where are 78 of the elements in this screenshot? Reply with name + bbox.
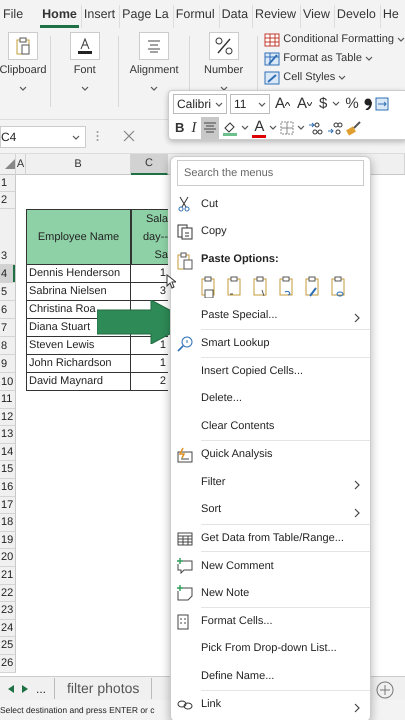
table-cell: 2 bbox=[131, 373, 168, 391]
menu-item[interactable]: Copy bbox=[171, 218, 370, 246]
styles-command-button[interactable]: Format as Table bbox=[264, 49, 405, 68]
row-header[interactable]: 12 bbox=[0, 408, 16, 426]
shrink-font-button[interactable]: A bbox=[295, 94, 314, 114]
row-header[interactable]: 20 bbox=[0, 549, 16, 567]
table-header-cell: Sala day-- Sa bbox=[131, 209, 168, 265]
menu-item[interactable]: Link bbox=[201, 690, 370, 718]
table-cell: Steven Lewis bbox=[26, 337, 131, 355]
row-header[interactable]: 9 bbox=[0, 355, 16, 373]
row-header[interactable]: 16 bbox=[0, 478, 16, 497]
row-header[interactable]: 4 bbox=[0, 265, 16, 283]
row-header[interactable]: 5 bbox=[0, 283, 16, 301]
ribbon-group-button[interactable]: Font bbox=[54, 32, 114, 97]
italic-button[interactable]: I bbox=[189, 118, 198, 138]
ribbon-tab[interactable]: Home bbox=[40, 5, 79, 28]
row-header[interactable]: 10 bbox=[0, 373, 16, 391]
cell-reference: C4 bbox=[1, 128, 16, 146]
currency-button[interactable]: $ bbox=[317, 94, 330, 114]
styles-command-button[interactable]: Cell Styles bbox=[264, 68, 405, 87]
row-header[interactable]: 8 bbox=[0, 337, 16, 355]
row-header[interactable]: 14 bbox=[0, 444, 16, 462]
more-sheets-button[interactable]: ... bbox=[36, 680, 46, 698]
search-field[interactable]: Search the menus bbox=[177, 160, 364, 186]
column-header[interactable]: B bbox=[26, 154, 131, 175]
ribbon-group-button[interactable]: Clipboard bbox=[0, 32, 46, 97]
row-header[interactable]: 26 bbox=[0, 654, 16, 672]
font-size-dropdown[interactable]: 11 bbox=[230, 94, 270, 114]
table-header-cell: Employee Name bbox=[26, 209, 131, 265]
row-header[interactable]: 2 bbox=[0, 192, 16, 209]
grow-font-button[interactable]: A bbox=[273, 94, 292, 114]
table-cell: David Maynard bbox=[26, 373, 131, 391]
table-cell: Dennis Henderson bbox=[26, 265, 131, 283]
styles-command-button[interactable]: Conditional Formatting bbox=[264, 30, 405, 49]
row-header[interactable]: 18 bbox=[0, 514, 16, 532]
section-heading: Paste Options: bbox=[171, 246, 370, 274]
row-header[interactable]: 3 bbox=[0, 209, 16, 265]
row-header[interactable]: 6 bbox=[0, 301, 16, 319]
row-header[interactable]: 11 bbox=[0, 391, 16, 409]
row-header[interactable]: 15 bbox=[0, 461, 16, 479]
column-header[interactable]: C bbox=[131, 154, 168, 175]
font-name-dropdown[interactable]: Calibri bbox=[173, 94, 227, 114]
row-header[interactable]: 1 bbox=[0, 175, 16, 192]
font-color-button[interactable]: A bbox=[252, 118, 266, 138]
column-header[interactable]: A bbox=[16, 154, 26, 175]
table-cell: Sabrina Nielsen bbox=[26, 283, 131, 301]
table-cell: 1 bbox=[131, 355, 168, 373]
bold-button[interactable]: B bbox=[173, 118, 186, 138]
menu-item[interactable]: Get Data from Table/Range... bbox=[201, 524, 370, 552]
menu-item[interactable]: Filter bbox=[171, 468, 370, 496]
menu-item[interactable]: Format Cells... bbox=[201, 606, 370, 635]
name-box[interactable]: C4 bbox=[0, 126, 86, 148]
menu-item[interactable]: New Note bbox=[171, 579, 370, 607]
row-header[interactable]: 25 bbox=[0, 637, 16, 655]
menu-item[interactable]: Insert Copied Cells... bbox=[201, 356, 370, 385]
table-cell: John Richardson bbox=[26, 355, 131, 373]
ribbon-tab[interactable]: File bbox=[1, 5, 26, 28]
menu-item[interactable]: Cut bbox=[171, 190, 370, 218]
menu-item[interactable]: Quick Analysis bbox=[201, 440, 370, 468]
menu-item[interactable]: New Comment bbox=[201, 551, 370, 580]
menu-item[interactable]: Clear Contents bbox=[171, 412, 370, 440]
sheet-tab[interactable]: filter photos bbox=[54, 678, 152, 699]
row-header[interactable]: 23 bbox=[0, 602, 16, 620]
row-header[interactable]: 21 bbox=[0, 566, 16, 585]
row-header[interactable]: 13 bbox=[0, 426, 16, 444]
menu-item[interactable]: Delete... bbox=[171, 384, 370, 412]
row-header[interactable]: 7 bbox=[0, 319, 16, 337]
row-header[interactable]: 19 bbox=[0, 532, 16, 550]
menu-item[interactable]: Pick From Drop-down List... bbox=[171, 634, 370, 663]
menu-item[interactable]: Smart Lookup bbox=[201, 328, 370, 357]
menu-item[interactable]: Sort bbox=[171, 496, 370, 524]
row-header[interactable]: 24 bbox=[0, 620, 16, 638]
row-header[interactable]: 22 bbox=[0, 584, 16, 602]
percent-button[interactable]: % bbox=[343, 94, 361, 114]
ribbon-group-button[interactable]: Alignment bbox=[123, 32, 185, 97]
menu-item[interactable]: Define Name... bbox=[171, 662, 370, 690]
menu-item[interactable]: Paste Special... bbox=[171, 301, 370, 329]
row-header[interactable]: 17 bbox=[0, 496, 16, 514]
